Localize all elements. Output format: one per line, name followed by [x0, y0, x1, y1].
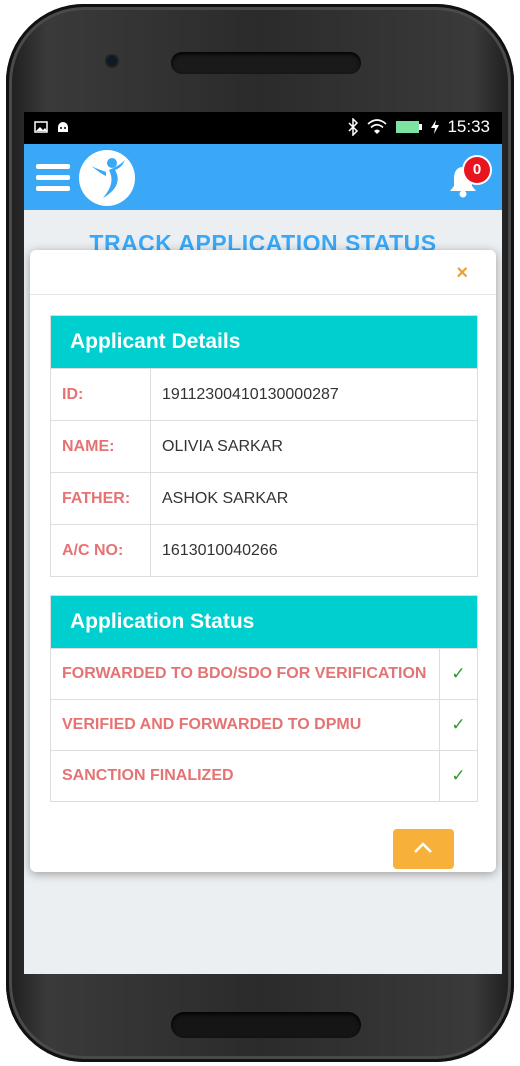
notification-badge: 0	[464, 157, 490, 183]
menu-icon[interactable]	[36, 164, 70, 191]
check-icon: ✓	[439, 699, 477, 751]
table-row: ID: 19112300410130000287	[51, 368, 477, 421]
table-row: SANCTION FINALIZED ✓	[51, 750, 477, 801]
status-bar: 15:33	[24, 112, 502, 144]
app-logo	[79, 150, 135, 206]
application-status-card: Application Status FORWARDED TO BDO/SDO …	[50, 595, 478, 802]
charging-icon	[431, 120, 440, 134]
status-step-label: FORWARDED TO BDO/SDO FOR VERIFICATION	[51, 648, 440, 700]
front-camera	[107, 56, 117, 66]
chevron-up-icon	[414, 842, 432, 853]
row-label: NAME:	[51, 420, 151, 473]
table-row: VERIFIED AND FORWARDED TO DPMU ✓	[51, 699, 477, 751]
wifi-icon	[367, 119, 387, 134]
scroll-to-top-button[interactable]	[393, 829, 454, 869]
modal-header: ×	[30, 250, 496, 295]
app-bar: 0	[24, 144, 502, 210]
application-status-table: FORWARDED TO BDO/SDO FOR VERIFICATION ✓ …	[51, 648, 477, 801]
gallery-icon	[34, 121, 48, 133]
row-label: ID:	[51, 368, 151, 421]
row-label: FATHER:	[51, 472, 151, 525]
applicant-details-table: ID: 19112300410130000287 NAME: OLIVIA SA…	[51, 368, 477, 576]
status-modal: × Applicant Details ID: 1911230041013000…	[30, 250, 496, 872]
row-value: 19112300410130000287	[150, 368, 477, 421]
table-row: A/C NO: 1613010040266	[51, 524, 477, 576]
android-icon	[58, 122, 68, 132]
table-row: FORWARDED TO BDO/SDO FOR VERIFICATION ✓	[51, 648, 477, 700]
row-value: OLIVIA SARKAR	[150, 420, 477, 473]
table-row: NAME: OLIVIA SARKAR	[51, 420, 477, 473]
earpiece-speaker	[171, 52, 361, 74]
battery-icon	[396, 121, 423, 133]
close-icon[interactable]: ×	[456, 263, 468, 283]
application-status-heading: Application Status	[51, 596, 477, 648]
applicant-details-heading: Applicant Details	[51, 316, 477, 368]
status-step-label: VERIFIED AND FORWARDED TO DPMU	[51, 699, 440, 751]
status-time: 15:33	[447, 117, 490, 136]
check-icon: ✓	[439, 750, 477, 801]
applicant-details-card: Applicant Details ID: 191123004101300002…	[50, 315, 478, 577]
bluetooth-icon	[348, 118, 359, 136]
row-label: A/C NO:	[51, 524, 151, 576]
bottom-speaker	[171, 1012, 361, 1038]
row-value: ASHOK SARKAR	[150, 472, 477, 525]
row-value: 1613010040266	[150, 524, 477, 576]
status-step-label: SANCTION FINALIZED	[51, 750, 440, 801]
table-row: FATHER: ASHOK SARKAR	[51, 472, 477, 525]
check-icon: ✓	[439, 648, 477, 700]
